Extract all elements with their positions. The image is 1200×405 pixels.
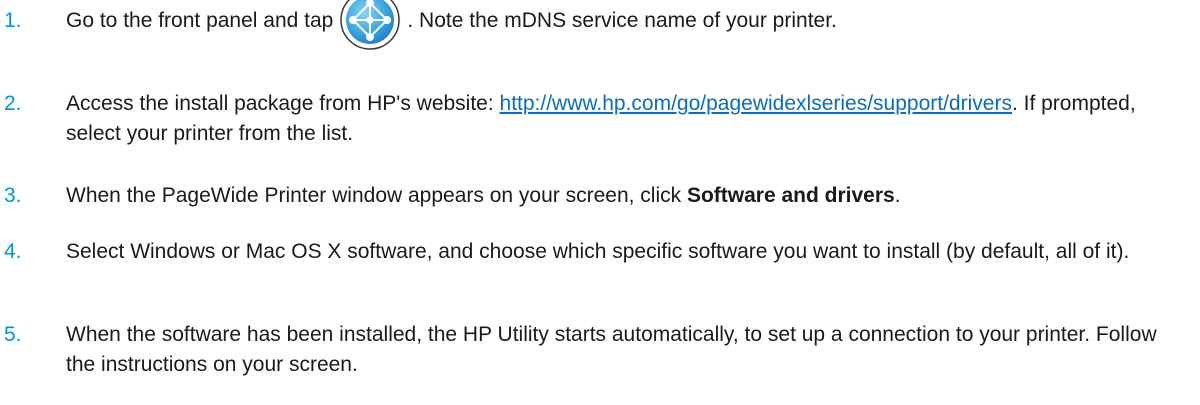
drivers-download-link[interactable]: http://www.hp.com/go/pagewidexlseries/su… — [500, 92, 1012, 115]
step-number: 2. — [4, 92, 22, 115]
instruction-steps: 1. Go to the front panel and tap . Note … — [0, 0, 1200, 405]
step-text-before-icon: Go to the front panel and tap — [66, 9, 334, 32]
step-text: Go to the front panel and tap . Note the… — [66, 0, 1191, 51]
step-number: 4. — [4, 240, 22, 263]
network-globe-icon — [340, 0, 401, 51]
step-text: When the software has been installed, th… — [66, 323, 1157, 376]
step-number: 5. — [4, 323, 22, 346]
step-text-before-link: Access the install package from HP's web… — [66, 92, 500, 115]
step-text: Access the install package from HP's web… — [66, 89, 1191, 149]
step-text-after-icon: . Note the mDNS service name of your pri… — [407, 9, 837, 32]
software-and-drivers-label: Software and drivers — [686, 184, 895, 207]
step-number: 3. — [4, 184, 22, 207]
step-number: 1. — [4, 9, 22, 32]
step-text: Select Windows or Mac OS X software, and… — [66, 240, 1130, 263]
step-text-before-bold: When the PageWide Printer window appears… — [66, 184, 687, 207]
step-text-after-bold: . — [894, 184, 901, 207]
step-text: When the PageWide Printer window appears… — [66, 181, 1191, 211]
